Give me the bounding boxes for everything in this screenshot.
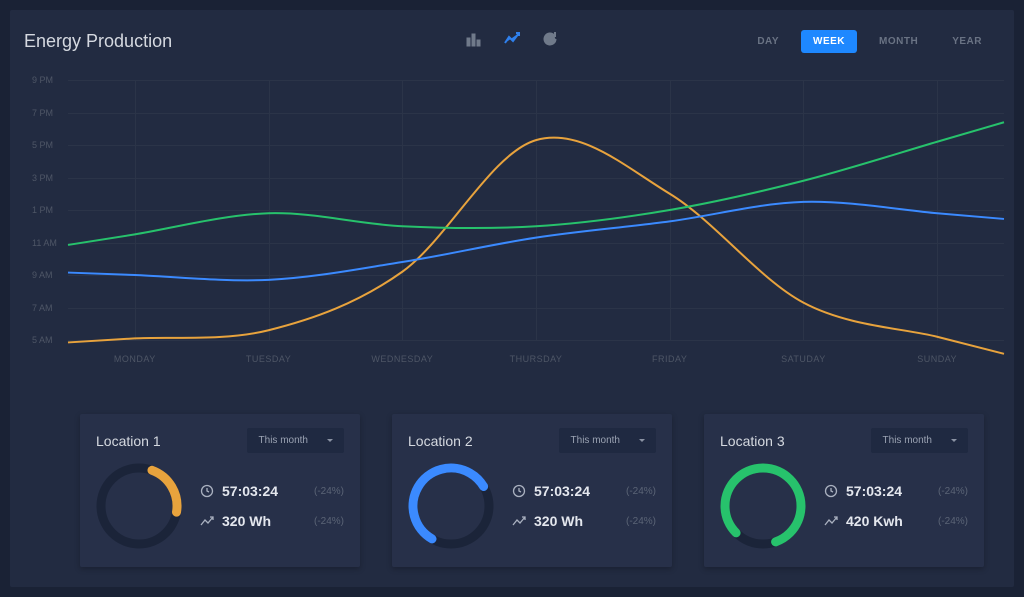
- stat-time-delta: (-24%): [938, 486, 968, 497]
- stat-power-delta: (-24%): [314, 516, 344, 527]
- donut-chart: [408, 463, 494, 549]
- clock-icon: [824, 484, 838, 498]
- x-tick: MONDAY: [114, 354, 156, 364]
- series-line: [68, 202, 1004, 281]
- y-tick: 7 AM: [32, 303, 53, 313]
- plot-area: [68, 80, 1004, 340]
- y-tick: 5 PM: [32, 140, 53, 150]
- donut-chart: [96, 463, 182, 549]
- stat-time: 57:03:24 (-24%): [512, 483, 656, 499]
- stat-time: 57:03:24 (-24%): [824, 483, 968, 499]
- x-tick: SUNDAY: [917, 354, 957, 364]
- chevron-down-icon: [326, 437, 334, 445]
- gridline-h: [68, 340, 1004, 341]
- dropdown-label: This month: [883, 435, 932, 446]
- y-tick: 1 PM: [32, 205, 53, 215]
- period-dropdown[interactable]: This month: [871, 428, 968, 453]
- x-tick: SATUDAY: [781, 354, 826, 364]
- stat-time: 57:03:24 (-24%): [200, 483, 344, 499]
- location-card: Location 2This month57:03:24(-24%)320 Wh…: [392, 414, 672, 567]
- series-line: [68, 138, 1004, 354]
- stat-time-value: 57:03:24: [222, 483, 278, 499]
- y-tick: 5 AM: [32, 335, 53, 345]
- range-tab-year[interactable]: YEAR: [940, 30, 994, 53]
- chart-type-switcher: [466, 31, 558, 52]
- location-card: Location 1This month57:03:24(-24%)320 Wh…: [80, 414, 360, 567]
- donut-chart: [720, 463, 806, 549]
- x-tick: THURSDAY: [510, 354, 563, 364]
- dashboard-panel: Energy Production DAY WEEK MONTH YEAR 5 …: [10, 10, 1014, 587]
- stat-time-delta: (-24%): [626, 486, 656, 497]
- line-chart-icon[interactable]: [504, 31, 520, 52]
- y-tick: 9 AM: [32, 270, 53, 280]
- stat-time-delta: (-24%): [314, 486, 344, 497]
- x-axis: MONDAY TUESDAY WEDNESDAY THURSDAY FRIDAY SATU…: [68, 346, 1004, 370]
- stat-power: 320 Wh (-24%): [512, 513, 656, 529]
- dropdown-label: This month: [571, 435, 620, 446]
- stat-power-delta: (-24%): [626, 516, 656, 527]
- range-tab-month[interactable]: MONTH: [867, 30, 930, 53]
- range-tabs: DAY WEEK MONTH YEAR: [745, 30, 994, 53]
- x-tick: FRIDAY: [652, 354, 687, 364]
- x-tick: TUESDAY: [246, 354, 291, 364]
- clock-icon: [200, 484, 214, 498]
- period-dropdown[interactable]: This month: [247, 428, 344, 453]
- trend-up-icon: [200, 514, 214, 528]
- y-tick: 3 PM: [32, 173, 53, 183]
- stat-power: 420 Kwh (-24%): [824, 513, 968, 529]
- chevron-down-icon: [638, 437, 646, 445]
- stat-power: 320 Wh (-24%): [200, 513, 344, 529]
- stat-power-value: 420 Kwh: [846, 513, 903, 529]
- card-title: Location 1: [96, 433, 161, 449]
- trend-up-icon: [824, 514, 838, 528]
- card-title: Location 2: [408, 433, 473, 449]
- location-cards: Location 1This month57:03:24(-24%)320 Wh…: [80, 414, 984, 567]
- y-tick: 7 PM: [32, 108, 53, 118]
- stat-power-delta: (-24%): [938, 516, 968, 527]
- y-tick: 11 AM: [32, 238, 57, 248]
- stat-power-value: 320 Wh: [222, 513, 271, 529]
- clock-icon: [512, 484, 526, 498]
- dropdown-label: This month: [259, 435, 308, 446]
- trend-up-icon: [512, 514, 526, 528]
- y-tick: 9 PM: [32, 75, 53, 85]
- chevron-down-icon: [950, 437, 958, 445]
- header: Energy Production DAY WEEK MONTH YEAR: [10, 10, 1014, 61]
- chart-lines: [68, 80, 1004, 340]
- refresh-icon[interactable]: [542, 31, 558, 52]
- location-card: Location 3This month57:03:24(-24%)420 Kw…: [704, 414, 984, 567]
- bar-chart-icon[interactable]: [466, 31, 482, 52]
- stat-time-value: 57:03:24: [846, 483, 902, 499]
- period-dropdown[interactable]: This month: [559, 428, 656, 453]
- card-title: Location 3: [720, 433, 785, 449]
- range-tab-day[interactable]: DAY: [745, 30, 791, 53]
- x-tick: WEDNESDAY: [371, 354, 433, 364]
- page-title: Energy Production: [24, 31, 172, 52]
- range-tab-week[interactable]: WEEK: [801, 30, 857, 53]
- main-chart: 5 AM7 AM9 AM11 AM1 PM3 PM5 PM7 PM9 PM MO…: [32, 80, 1004, 370]
- stat-time-value: 57:03:24: [534, 483, 590, 499]
- stat-power-value: 320 Wh: [534, 513, 583, 529]
- y-axis: 5 AM7 AM9 AM11 AM1 PM3 PM5 PM7 PM9 PM: [32, 80, 66, 340]
